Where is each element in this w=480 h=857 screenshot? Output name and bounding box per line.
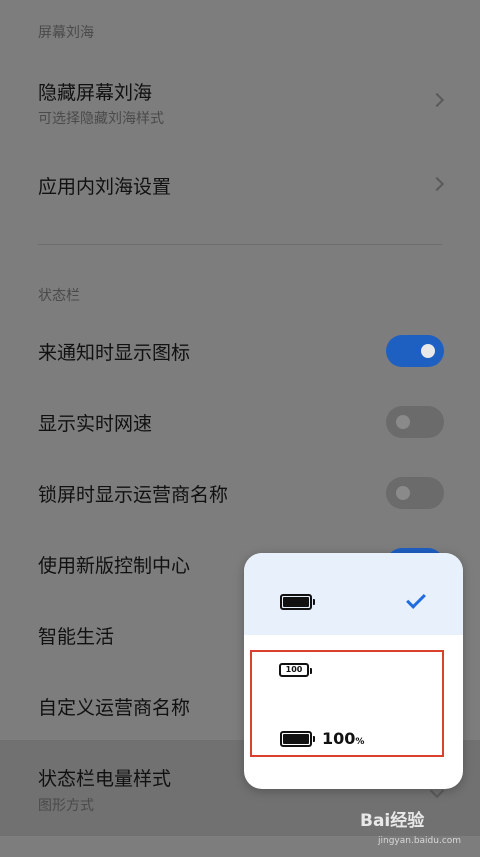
new-control-center-title: 使用新版控制中心 [38, 555, 191, 577]
network-speed-row[interactable]: 显示实时网速 [0, 403, 480, 443]
hide-notch-subtitle: 可选择隐藏刘海样式 [38, 111, 164, 127]
check-icon [406, 589, 426, 609]
section-divider [38, 244, 442, 245]
highlight-box [250, 650, 444, 757]
hide-notch-title: 隐藏屏幕刘海 [38, 82, 153, 104]
network-speed-toggle[interactable] [386, 406, 444, 438]
lockscreen-carrier-title: 锁屏时显示运营商名称 [38, 484, 229, 506]
app-notch-settings-row[interactable]: 应用内刘海设置 [0, 160, 480, 210]
notification-icon-toggle[interactable] [386, 335, 444, 367]
notification-icon-title: 来通知时显示图标 [38, 342, 191, 364]
notification-icon-row[interactable]: 来通知时显示图标 [0, 332, 480, 372]
smart-life-title: 智能生活 [38, 626, 115, 648]
battery-style-title: 状态栏电量样式 [38, 768, 172, 790]
hide-notch-row[interactable]: 隐藏屏幕刘海 可选择隐藏刘海样式 [0, 70, 480, 140]
chevron-right-icon [429, 92, 445, 108]
section-header-status-bar: 状态栏 [38, 288, 80, 304]
app-notch-settings-title: 应用内刘海设置 [38, 176, 172, 198]
custom-carrier-title: 自定义运营商名称 [38, 697, 191, 719]
network-speed-title: 显示实时网速 [38, 413, 153, 435]
watermark-url: jingyan.baidu.com [378, 836, 462, 846]
chevron-right-icon [429, 176, 445, 192]
toggle-knob [396, 415, 410, 429]
battery-graphic-icon [280, 594, 315, 610]
battery-style-subtitle: 图形方式 [38, 798, 94, 814]
toggle-knob [421, 344, 435, 358]
battery-option-graphic[interactable] [244, 553, 463, 635]
watermark-logo: Bai经验 [360, 811, 425, 831]
toggle-knob [396, 486, 410, 500]
lockscreen-carrier-row[interactable]: 锁屏时显示运营商名称 [0, 474, 480, 514]
section-header-notch: 屏幕刘海 [38, 25, 94, 41]
lockscreen-carrier-toggle[interactable] [386, 477, 444, 509]
